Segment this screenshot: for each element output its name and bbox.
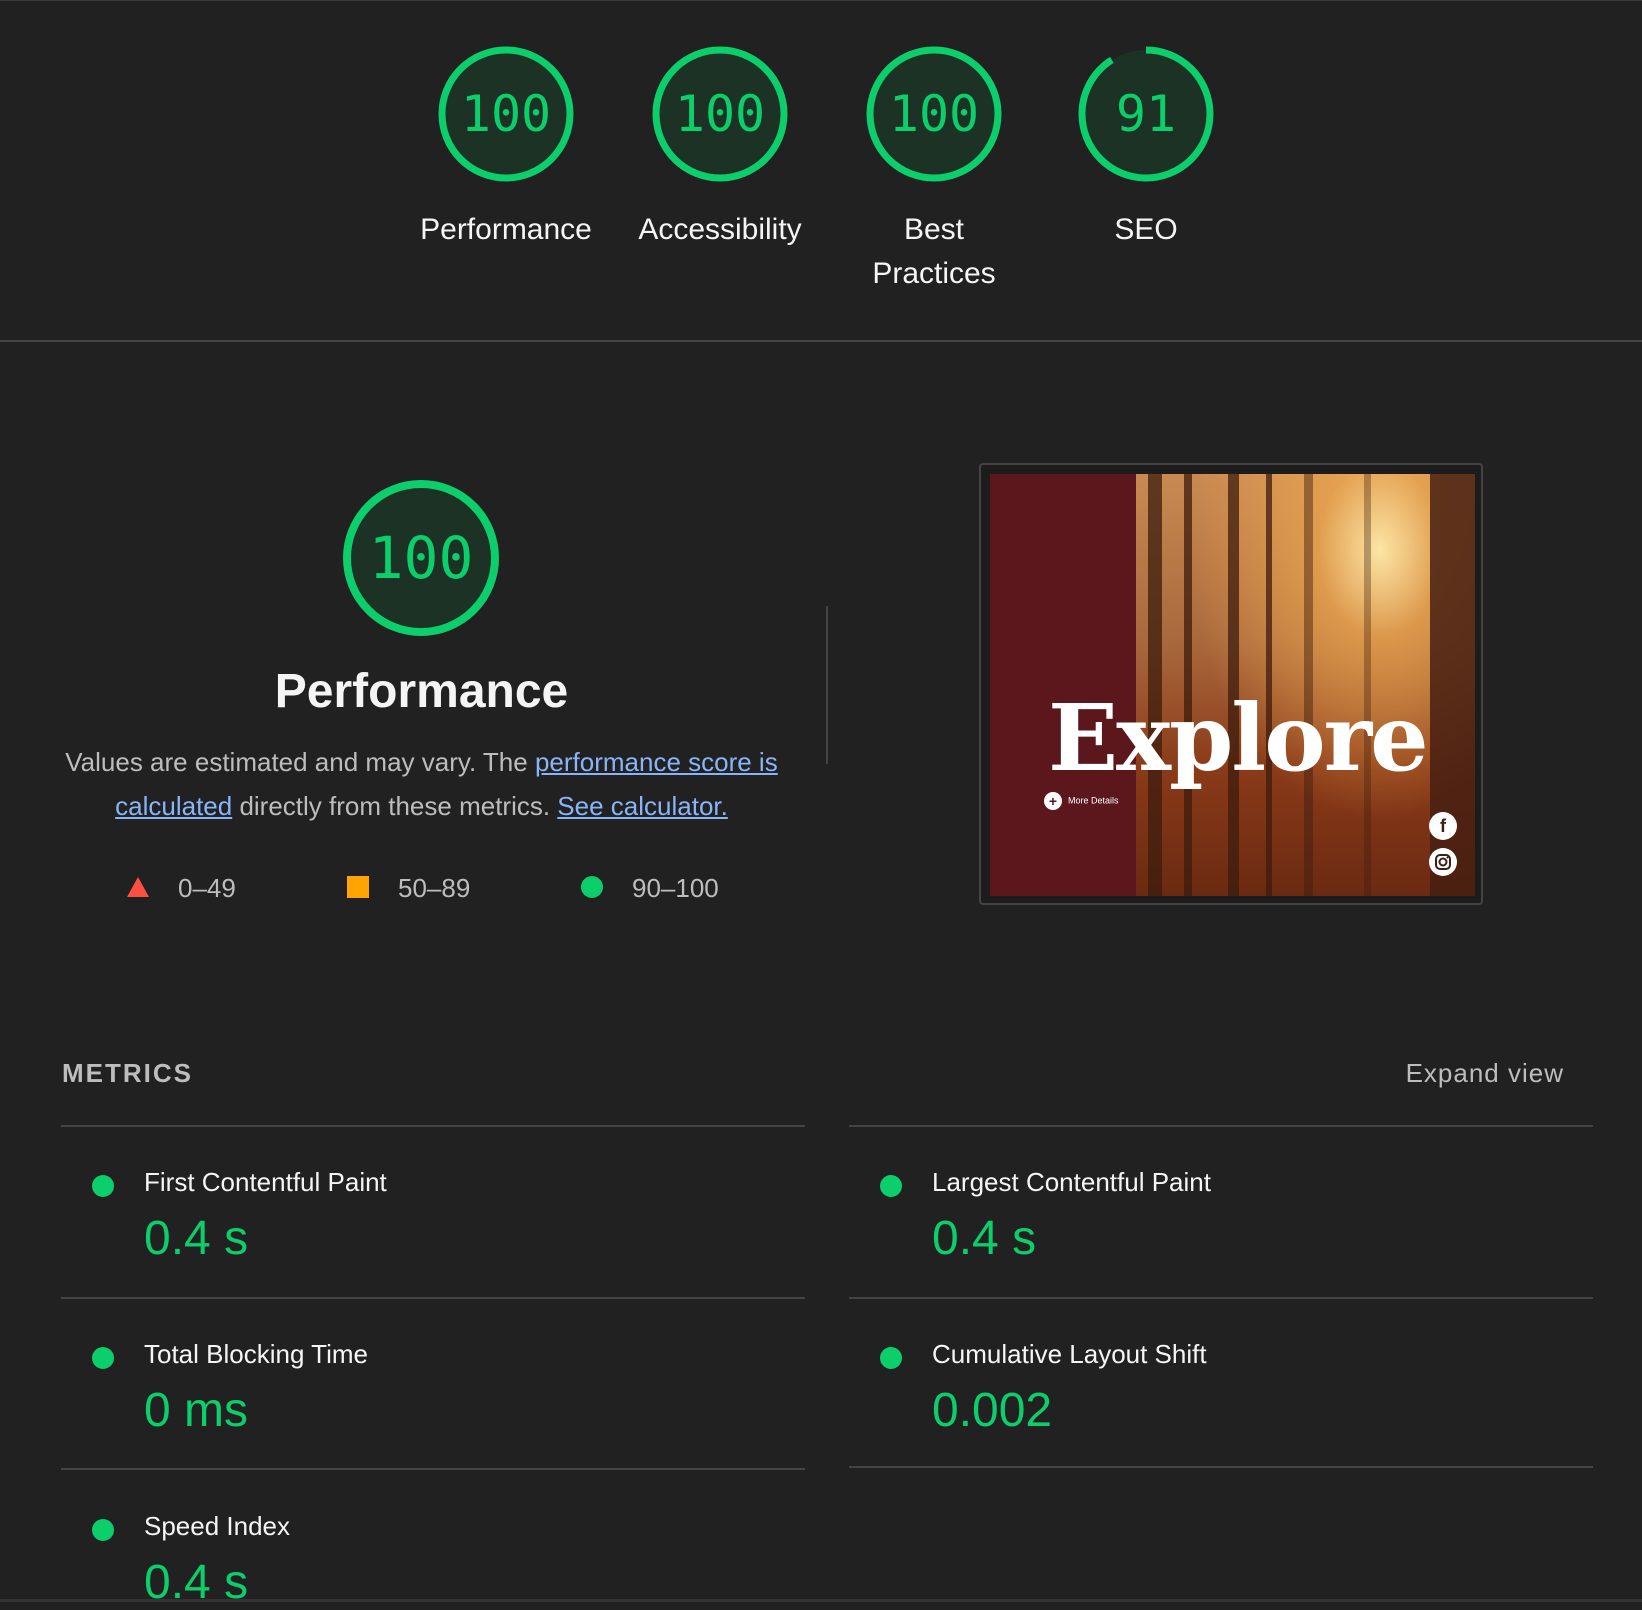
vertical-separator bbox=[826, 606, 828, 764]
pass-indicator-icon bbox=[92, 1519, 114, 1541]
metric-label: First Contentful Paint bbox=[144, 1167, 387, 1197]
metric-first-contentful-paint: First Contentful Paint 0.4 s bbox=[61, 1127, 805, 1297]
screenshot-title: Explore bbox=[1048, 684, 1429, 792]
section-divider bbox=[0, 340, 1642, 342]
gauge-label: Best Practices bbox=[839, 208, 1029, 296]
gauge-score: 100 bbox=[674, 85, 766, 143]
performance-score: 100 bbox=[368, 524, 474, 592]
gauge-label: Accessibility bbox=[638, 213, 802, 246]
metric-label: Speed Index bbox=[144, 1511, 291, 1541]
pass-indicator-icon bbox=[92, 1347, 114, 1369]
metric-largest-contentful-paint: Largest Contentful Paint 0.4 s bbox=[849, 1127, 1593, 1297]
square-icon bbox=[347, 876, 369, 898]
legend-pass-label: 90–100 bbox=[632, 873, 719, 903]
pass-indicator-icon bbox=[880, 1175, 902, 1197]
circle-icon bbox=[581, 876, 603, 898]
triangle-icon bbox=[127, 877, 149, 897]
metric-label: Largest Contentful Paint bbox=[932, 1167, 1211, 1197]
more-details-label: More Details bbox=[1068, 795, 1119, 806]
gauge-label: Performance bbox=[420, 213, 592, 246]
metrics-header: METRICS bbox=[62, 1058, 193, 1088]
metric-label: Cumulative Layout Shift bbox=[932, 1339, 1207, 1369]
gauge-label: SEO bbox=[1114, 213, 1178, 246]
gauge-label-line1: Best bbox=[903, 213, 965, 246]
legend-fail-label: 0–49 bbox=[178, 873, 236, 903]
pass-indicator-icon bbox=[880, 1347, 902, 1369]
metric-value: 0.4 s bbox=[144, 1212, 249, 1265]
plus-icon: + bbox=[1044, 792, 1062, 810]
metric-speed-index: Speed Index 0.4 s bbox=[61, 1471, 805, 1609]
metric-value: 0.4 s bbox=[932, 1212, 1037, 1265]
description-text: directly from these metrics. bbox=[232, 791, 558, 821]
instagram-icon bbox=[1429, 848, 1457, 876]
metric-value: 0 ms bbox=[144, 1384, 249, 1437]
pass-indicator-icon bbox=[92, 1175, 114, 1197]
gauge-score: 100 bbox=[460, 85, 552, 143]
description-text: Values are estimated and may vary. The bbox=[65, 747, 535, 777]
metric-total-blocking-time: Total Blocking Time 0 ms bbox=[61, 1299, 805, 1469]
metric-cumulative-layout-shift: Cumulative Layout Shift 0.002 bbox=[849, 1299, 1593, 1469]
screenshot-more-details: + More Details bbox=[1044, 792, 1119, 810]
gauge-score: 100 bbox=[888, 85, 980, 143]
top-border bbox=[0, 0, 1642, 1]
metric-value: 0.002 bbox=[932, 1384, 1053, 1437]
final-screenshot[interactable]: Explore + More Details f bbox=[990, 474, 1475, 896]
see-calculator-link[interactable]: See calculator. bbox=[557, 791, 728, 821]
gauge-label-line2: Practices bbox=[872, 257, 996, 290]
performance-title: Performance bbox=[274, 665, 569, 718]
performance-description: Values are estimated and may vary. The p… bbox=[60, 740, 783, 828]
metric-label: Total Blocking Time bbox=[144, 1339, 368, 1369]
legend-average-label: 50–89 bbox=[398, 873, 471, 903]
metrics-divider bbox=[849, 1466, 1593, 1468]
facebook-icon: f bbox=[1429, 812, 1457, 840]
gauge-score: 91 bbox=[1115, 85, 1177, 143]
expand-view-button[interactable]: Expand view bbox=[1380, 1058, 1564, 1089]
metrics-divider bbox=[61, 1468, 805, 1470]
